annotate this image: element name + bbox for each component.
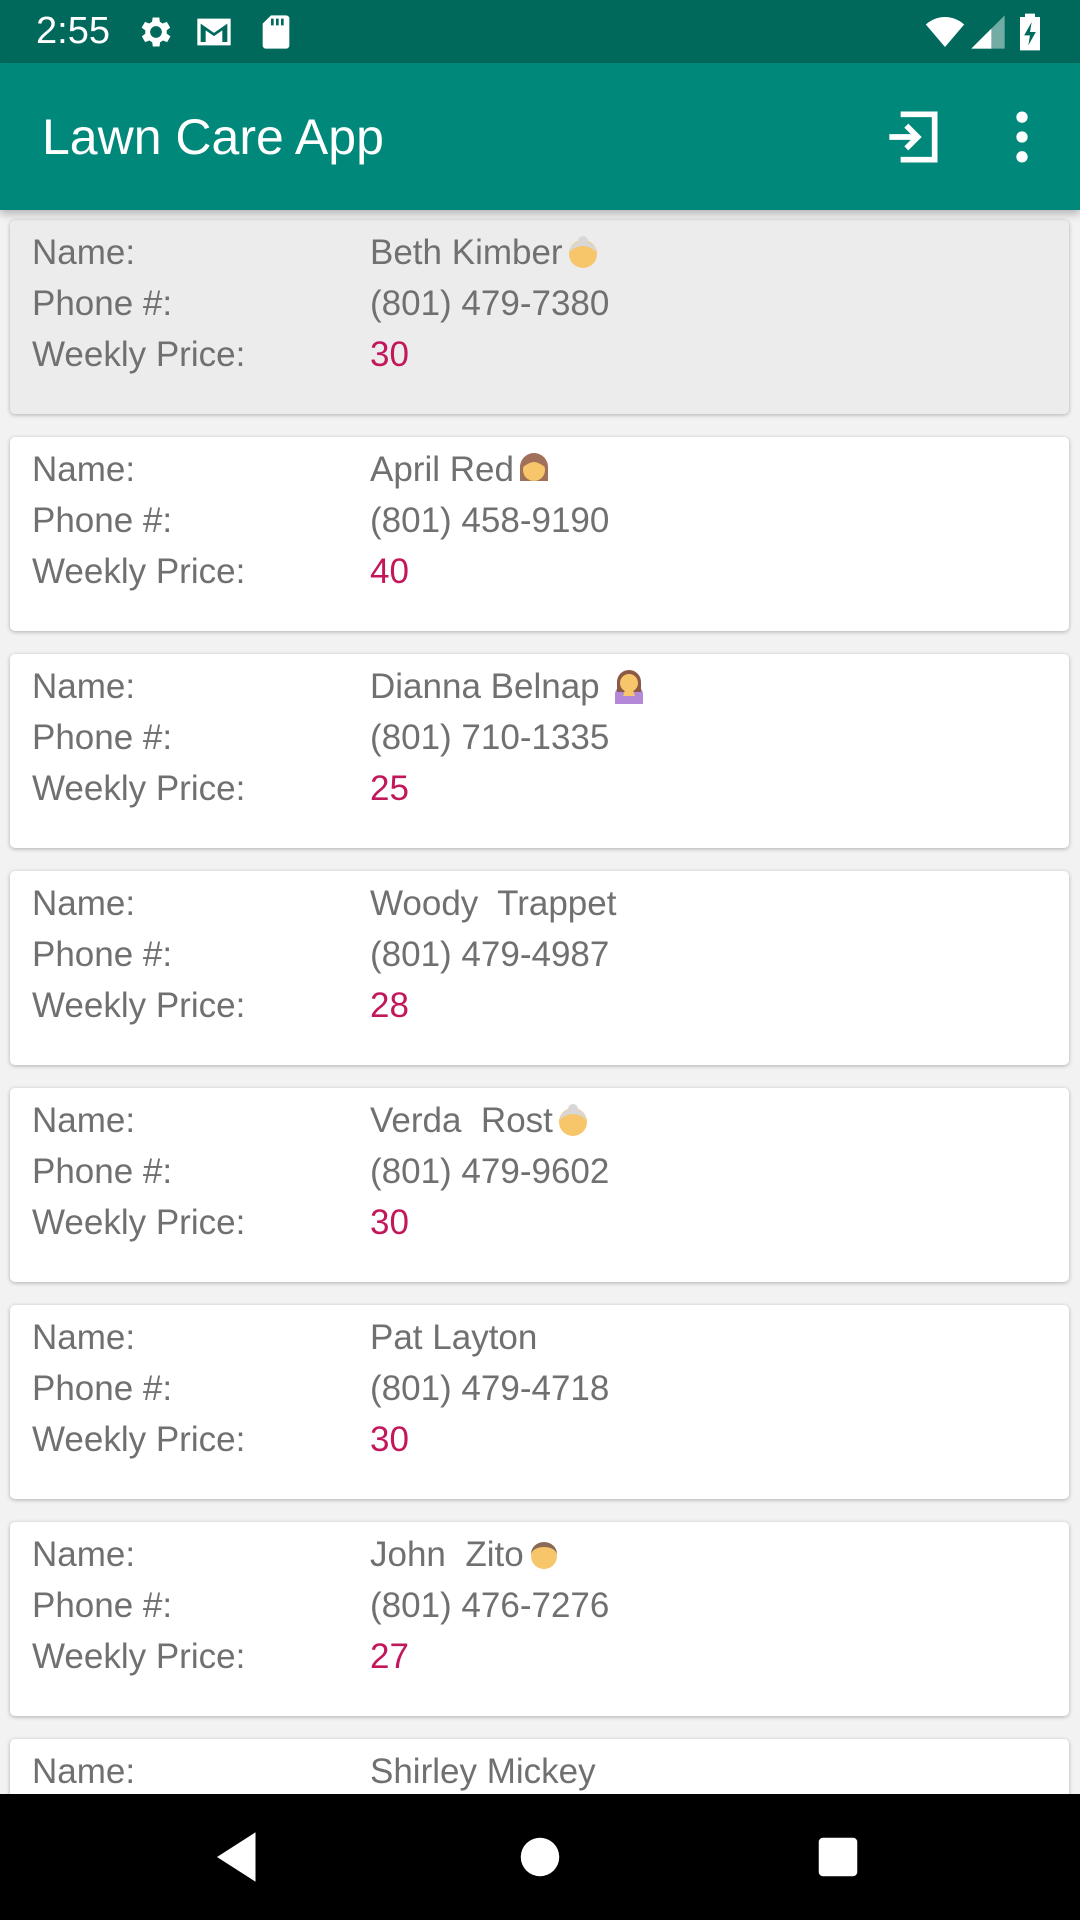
customer-card[interactable]: Name: Pat Layton Phone #: (801) 479-4718… [10,1305,1069,1499]
customer-phone: (801) 710-1335 [370,718,610,757]
customer-phone: (801) 458-9190 [370,501,610,540]
man-emoji-icon [530,1542,557,1569]
gear-icon [141,17,171,47]
customer-card[interactable]: Name: Beth Kimber Phone #: (801) 479-738… [10,220,1069,414]
customer-price: 30 [370,335,409,374]
name-label: Name: [32,1535,136,1574]
status-time: 2:55 [36,10,110,52]
customer-phone: (801) 479-7380 [370,284,610,323]
customer-price: 30 [370,1420,409,1459]
name-label: Name: [32,667,136,706]
logout-icon[interactable] [878,103,946,171]
phone-label: Phone #: [32,1369,173,1408]
customer-name: Dianna Belnap [370,662,647,712]
customer-phone: (801) 476-7276 [370,1586,610,1625]
customer-phone: (801) 479-4987 [370,935,610,974]
name-label: Name: [32,1318,136,1357]
cell-signal-icon [971,15,1005,49]
customer-price: 28 [370,986,409,1025]
phone-label: Phone #: [32,935,173,974]
customer-card[interactable]: Name: Dianna Belnap Phone #: (801) 710-1… [10,654,1069,848]
system-nav-bar [0,1794,1080,1920]
recents-icon[interactable] [805,1824,871,1890]
home-icon[interactable] [507,1824,573,1890]
gmail-icon [197,18,231,46]
name-label: Name: [32,1101,136,1140]
woman-facepalm-emoji-icon [615,670,644,704]
wifi-icon [925,17,965,47]
customer-name: Pat Layton [370,1318,538,1357]
price-label: Weekly Price: [32,1637,246,1676]
customer-name: Shirley Mickey [370,1752,596,1791]
customer-name: Verda Rost [370,1096,591,1146]
back-icon[interactable] [206,1824,272,1890]
phone-label: Phone #: [32,501,173,540]
price-label: Weekly Price: [32,1203,246,1242]
phone-label: Phone #: [32,1586,173,1625]
app-bar: Lawn Care App [0,63,1080,210]
older-woman-emoji-icon [558,1104,587,1136]
customer-card[interactable]: Name: John Zito Phone #: (801) 476-7276 … [10,1522,1069,1716]
phone-label: Phone #: [32,1152,173,1191]
price-label: Weekly Price: [32,1420,246,1459]
customer-card[interactable]: Name: Shirley Mickey Phone #: Weekly Pri… [10,1739,1069,1794]
customer-phone: (801) 479-4718 [370,1369,610,1408]
price-label: Weekly Price: [32,986,246,1025]
older-woman-emoji-icon [568,236,597,268]
price-label: Weekly Price: [32,552,246,591]
name-label: Name: [32,1752,136,1791]
customer-name: Woody Trappet [370,884,617,923]
phone-label: Phone #: [32,284,173,323]
more-vert-icon[interactable] [988,103,1056,171]
customer-price: 27 [370,1637,409,1676]
page-title: Lawn Care App [42,109,384,165]
customer-price: 25 [370,769,409,808]
customer-card[interactable]: Name: April Red Phone #: (801) 458-9190 … [10,437,1069,631]
customer-name: John Zito [370,1530,562,1580]
name-label: Name: [32,450,136,489]
phone-label: Phone #: [32,718,173,757]
sd-card-icon [262,15,290,49]
customer-name: April Red [370,445,552,495]
name-label: Name: [32,884,136,923]
customer-price: 30 [370,1203,409,1242]
customer-phone: (801) 479-9602 [370,1152,610,1191]
customer-card[interactable]: Name: Woody Trappet Phone #: (801) 479-4… [10,871,1069,1065]
name-label: Name: [32,233,136,272]
customer-card[interactable]: Name: Verda Rost Phone #: (801) 479-9602… [10,1088,1069,1282]
battery-charging-icon [1020,13,1040,51]
price-label: Weekly Price: [32,335,246,374]
customer-list[interactable]: Name: Beth Kimber Phone #: (801) 479-738… [0,210,1080,1794]
customer-name: Beth Kimber [370,228,601,278]
customer-price: 40 [370,552,409,591]
woman-emoji-icon [519,453,548,481]
price-label: Weekly Price: [32,769,246,808]
status-bar: 2:55 [0,0,1080,63]
